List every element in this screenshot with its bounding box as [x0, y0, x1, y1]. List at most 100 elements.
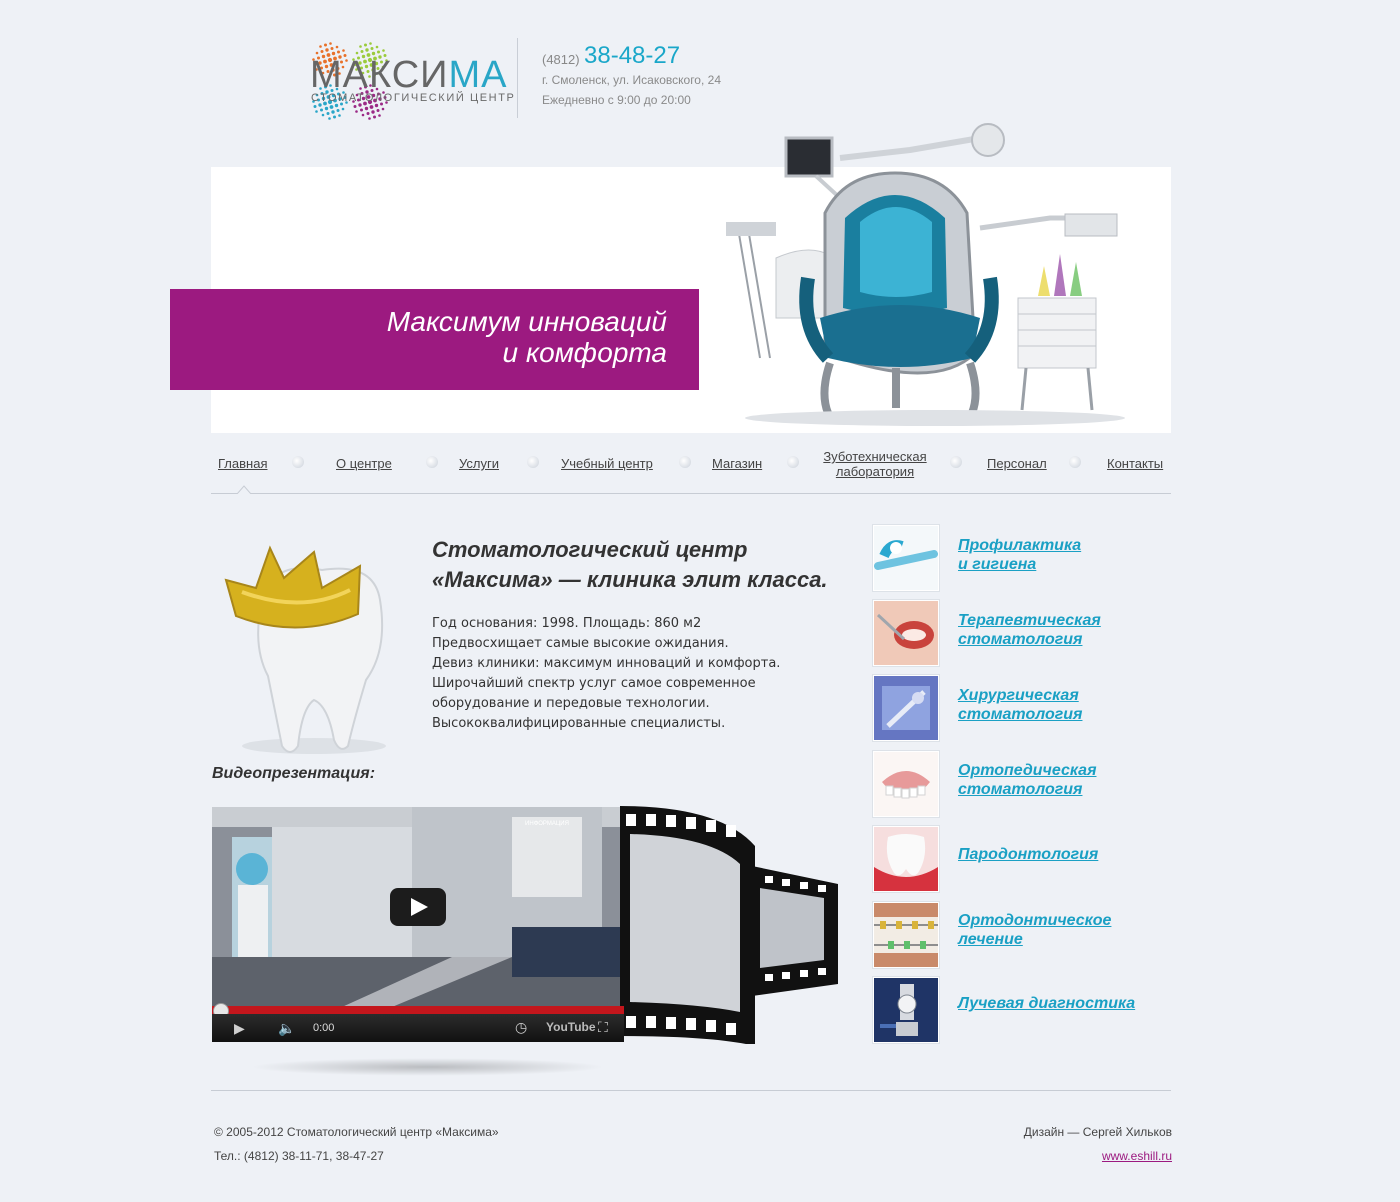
logo-dot — [315, 110, 318, 113]
service-thumb-prophylaxis[interactable] — [873, 525, 939, 591]
logo-dot — [381, 107, 385, 111]
slogan-line2: и комфорта — [502, 337, 667, 368]
dental-chair-illustration — [726, 123, 1125, 426]
service-thumb-periodontology[interactable] — [873, 826, 939, 892]
logo-dot — [378, 114, 381, 117]
logo-dot — [370, 47, 374, 50]
nav-separator-dot — [292, 456, 304, 468]
service-thumb-orthodontics[interactable] — [873, 902, 939, 968]
logo-dot — [321, 113, 325, 117]
service-link-line2: стоматология — [958, 631, 1083, 648]
footer-divider — [211, 1090, 1171, 1091]
clinic-desc-line: Девиз клиники: максимум инноваций и комф… — [432, 656, 781, 671]
logo-dot — [313, 105, 317, 108]
service-link-periodontology[interactable]: Пародонтология — [958, 845, 1098, 864]
nav-item-shop[interactable]: Магазин — [712, 456, 762, 471]
service-link-orthodontics[interactable]: Ортодонтическое лечение — [958, 911, 1111, 949]
video-shadow — [250, 1058, 605, 1076]
phone-number: 38-48-27 — [584, 42, 681, 69]
logo-dot — [324, 106, 329, 111]
info-sign-text: ИНФОРМАЦИЯ — [525, 821, 569, 827]
nav-separator-dot — [950, 456, 962, 468]
logo-dot — [329, 105, 334, 109]
toothbrush-icon — [874, 526, 938, 590]
xray-machine-icon — [874, 978, 938, 1042]
service-link-line1: Ортодонтическое — [958, 912, 1112, 929]
logo-dot — [326, 112, 330, 115]
logo-dot — [320, 50, 324, 53]
phone-code: (4812) — [542, 52, 580, 67]
logo-dot — [361, 113, 365, 117]
logo-dot — [319, 45, 322, 48]
logo-dot — [355, 110, 358, 113]
logo-dot — [373, 115, 376, 119]
logo-dot — [369, 105, 374, 109]
service-thumb-therapy[interactable] — [873, 600, 939, 666]
logo-dot — [320, 108, 323, 112]
clinic-desc-line: Год основания: 1998. Площадь: 860 м2 — [432, 616, 702, 631]
youtube-logo[interactable]: YouTube — [546, 1020, 596, 1034]
service-link-line1: Терапевтическая — [958, 612, 1101, 629]
braces-icon — [874, 903, 938, 967]
clinic-desc-line: Широчайший спектр услуг самое современно… — [432, 676, 756, 691]
clinic-title-line1: Стоматологический центр — [432, 537, 748, 562]
nav-separator-dot — [679, 456, 691, 468]
fullscreen-icon[interactable]: ⛶ — [598, 1019, 608, 1036]
nav-separator-dot — [527, 456, 539, 468]
service-link-line1: Хирургическая — [958, 687, 1079, 704]
active-nav-caret — [237, 485, 251, 494]
nav-item-dental-lab-line1: Зуботехническая — [823, 449, 927, 464]
logo-subtitle: СТОМАТОЛОГИЧЕСКИЙ ЦЕНТР — [311, 92, 516, 104]
logo-wordmark[interactable]: МАКСИМА — [310, 54, 507, 97]
logo-dot — [341, 107, 345, 111]
service-link-radiology[interactable]: Лучевая диагностика — [958, 994, 1135, 1013]
nav-item-staff[interactable]: Персонал — [987, 456, 1047, 471]
clinic-title-line2: «Максима» — клиника элит класса. — [432, 567, 828, 592]
nav-item-dental-lab-line2: лаборатория — [835, 464, 915, 479]
video-play-button[interactable] — [390, 888, 446, 926]
clinic-desc-line: Высококвалифицированные специалисты. — [432, 716, 726, 731]
logo-dot — [342, 49, 345, 52]
logo-word-main: МАКСИ — [310, 54, 449, 96]
service-thumb-radiology[interactable] — [873, 977, 939, 1043]
service-link-therapy[interactable]: Терапевтическая стоматология — [958, 611, 1101, 649]
service-link-line2: и гигиена — [958, 556, 1037, 573]
nav-item-home[interactable]: Главная — [218, 456, 267, 471]
service-link-line2: стоматология — [958, 781, 1083, 798]
logo-dot — [376, 109, 380, 112]
logo-dot — [333, 115, 336, 119]
logo-dot — [359, 45, 362, 48]
logo-dot — [360, 108, 363, 112]
header-divider — [517, 38, 518, 118]
nav-item-about[interactable]: О центре — [336, 456, 392, 471]
watch-later-clock-icon[interactable]: ◷ — [515, 1019, 527, 1036]
volume-icon[interactable]: 🔈 — [278, 1020, 295, 1037]
video-play-icon[interactable]: ▶ — [234, 1020, 245, 1037]
service-thumb-orthopedics[interactable] — [873, 751, 939, 817]
logo-dot — [368, 117, 371, 120]
nav-underline — [211, 493, 1171, 494]
service-link-surgery[interactable]: Хирургическая стоматология — [958, 686, 1082, 724]
nav-item-training-center[interactable]: Учебный центр — [561, 456, 653, 471]
footer-designer-link[interactable]: www.eshill.ru — [1000, 1149, 1172, 1163]
opening-hours: Ежедневно с 9:00 до 20:00 — [542, 93, 691, 107]
video-time: 0:00 — [313, 1022, 335, 1034]
nav-item-contacts[interactable]: Контакты — [1107, 456, 1163, 471]
logo-dot — [360, 50, 364, 53]
service-link-orthopedics[interactable]: Ортопедическая стоматология — [958, 761, 1096, 799]
clinic-desc-line: Предвосхищает самые высокие ожидания. — [432, 636, 729, 651]
nav-item-dental-lab[interactable]: Зуботехническая лаборатория — [823, 449, 927, 479]
logo-dot — [325, 48, 329, 52]
logo-dot — [364, 43, 367, 47]
service-link-prophylaxis[interactable]: Профилактика и гигиена — [958, 536, 1081, 574]
logo-dot — [374, 103, 379, 108]
video-progress-bar[interactable] — [212, 1006, 624, 1014]
address: г. Смоленск, ул. Исаковского, 24 — [542, 73, 721, 87]
therapy-icon — [874, 601, 938, 665]
logo-dot — [334, 103, 339, 108]
logo-dot — [371, 110, 375, 114]
service-thumb-surgery[interactable] — [873, 675, 939, 741]
logo-dot — [335, 45, 339, 49]
nav-item-services[interactable]: Услуги — [459, 456, 499, 471]
gum-icon — [874, 827, 938, 891]
